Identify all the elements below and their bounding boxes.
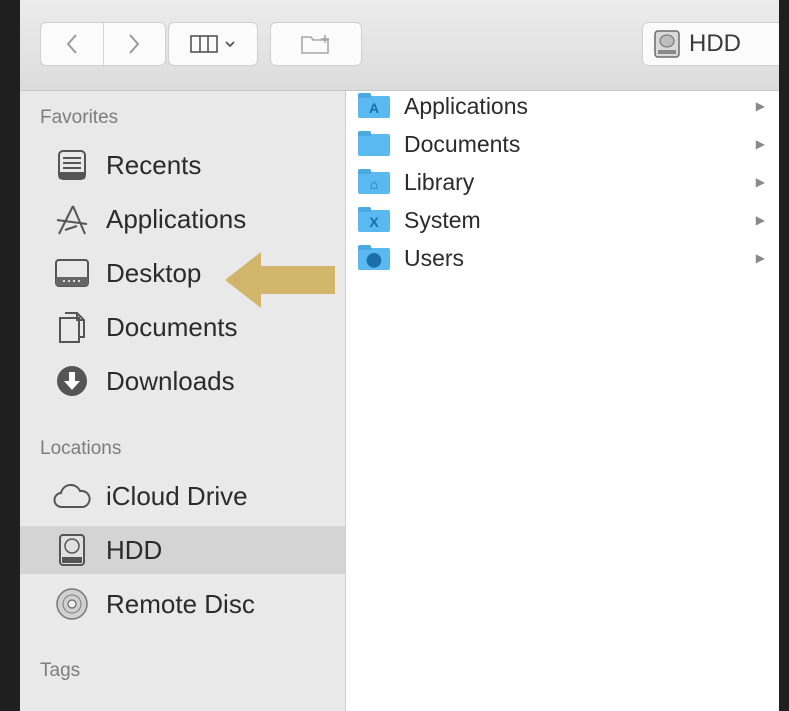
back-button[interactable] — [41, 23, 103, 65]
sidebar-item-label: Recents — [106, 149, 202, 180]
desktop-icon — [52, 253, 92, 293]
file-label: Library — [404, 168, 475, 195]
sidebar-item-label: HDD — [106, 534, 163, 565]
forward-button[interactable] — [102, 23, 166, 65]
file-list: A Applications ▶ Documents ▶ ⌂ Library ▶… — [346, 91, 779, 711]
sidebar-item-recents[interactable]: Recents — [20, 141, 345, 189]
file-label: System — [404, 206, 481, 233]
chevron-right-icon: ▶ — [755, 251, 765, 265]
sidebar-item-hdd[interactable]: HDD — [20, 526, 345, 574]
list-item[interactable]: A Applications ▶ — [346, 87, 779, 125]
library-folder-icon: ⌂ — [358, 169, 390, 194]
file-label: Documents — [404, 130, 521, 157]
new-folder-icon — [301, 35, 329, 54]
system-folder-icon: X — [358, 207, 390, 232]
list-item[interactable]: ⌂ Library ▶ — [346, 163, 779, 201]
file-label: Users — [404, 244, 465, 271]
chevron-right-icon — [129, 34, 140, 54]
users-folder-icon: ⬤ — [358, 245, 390, 270]
nav-button-group — [40, 22, 166, 66]
locations-heading: Locations — [40, 438, 122, 459]
sidebar-item-label: Applications — [106, 203, 247, 234]
new-folder-button[interactable] — [270, 22, 362, 66]
favorites-heading: Favorites — [40, 107, 119, 128]
documents-icon — [52, 307, 92, 347]
sidebar-item-label: Documents — [106, 311, 238, 342]
cloud-icon — [52, 476, 92, 516]
path-label: HDD — [689, 30, 741, 57]
hard-drive-icon — [52, 530, 92, 570]
sidebar-item-label: Downloads — [106, 365, 235, 396]
applications-icon — [52, 199, 92, 239]
disc-icon — [52, 584, 92, 624]
sidebar-item-label: Desktop — [106, 257, 202, 288]
sidebar-item-applications[interactable]: Applications — [20, 195, 345, 243]
list-item[interactable]: Documents ▶ — [346, 125, 779, 163]
applications-folder-icon: A — [358, 93, 390, 118]
recents-icon — [52, 145, 92, 185]
view-mode-button[interactable] — [168, 22, 258, 66]
sidebar-item-documents[interactable]: Documents — [20, 303, 345, 351]
chevron-right-icon: ▶ — [755, 213, 765, 227]
hard-drive-icon — [654, 30, 680, 58]
list-item[interactable]: ⬤ Users ▶ — [346, 239, 779, 277]
chevron-right-icon: ▶ — [755, 175, 765, 189]
list-item[interactable]: X System ▶ — [346, 201, 779, 239]
chevron-down-icon — [225, 41, 235, 48]
annotation-arrow-icon — [225, 252, 335, 308]
finder-window: HDD Favorites Recents Applications Deskt… — [20, 0, 779, 711]
chevron-right-icon: ▶ — [755, 137, 765, 151]
downloads-icon — [52, 361, 92, 401]
column-view-icon — [190, 35, 218, 53]
file-label: Applications — [404, 92, 529, 119]
sidebar: Favorites Recents Applications Desktop D… — [20, 91, 346, 711]
folder-icon — [358, 131, 390, 156]
sidebar-item-icloud-drive[interactable]: iCloud Drive — [20, 472, 345, 520]
sidebar-item-downloads[interactable]: Downloads — [20, 357, 345, 405]
sidebar-item-label: iCloud Drive — [106, 480, 248, 511]
sidebar-item-remote-disc[interactable]: Remote Disc — [20, 580, 345, 628]
chevron-right-icon: ▶ — [755, 99, 765, 113]
chevron-left-icon — [66, 34, 77, 54]
path-button[interactable]: HDD — [642, 22, 779, 66]
sidebar-item-label: Remote Disc — [106, 588, 255, 619]
tags-heading: Tags — [40, 660, 81, 681]
toolbar: HDD — [20, 0, 779, 91]
